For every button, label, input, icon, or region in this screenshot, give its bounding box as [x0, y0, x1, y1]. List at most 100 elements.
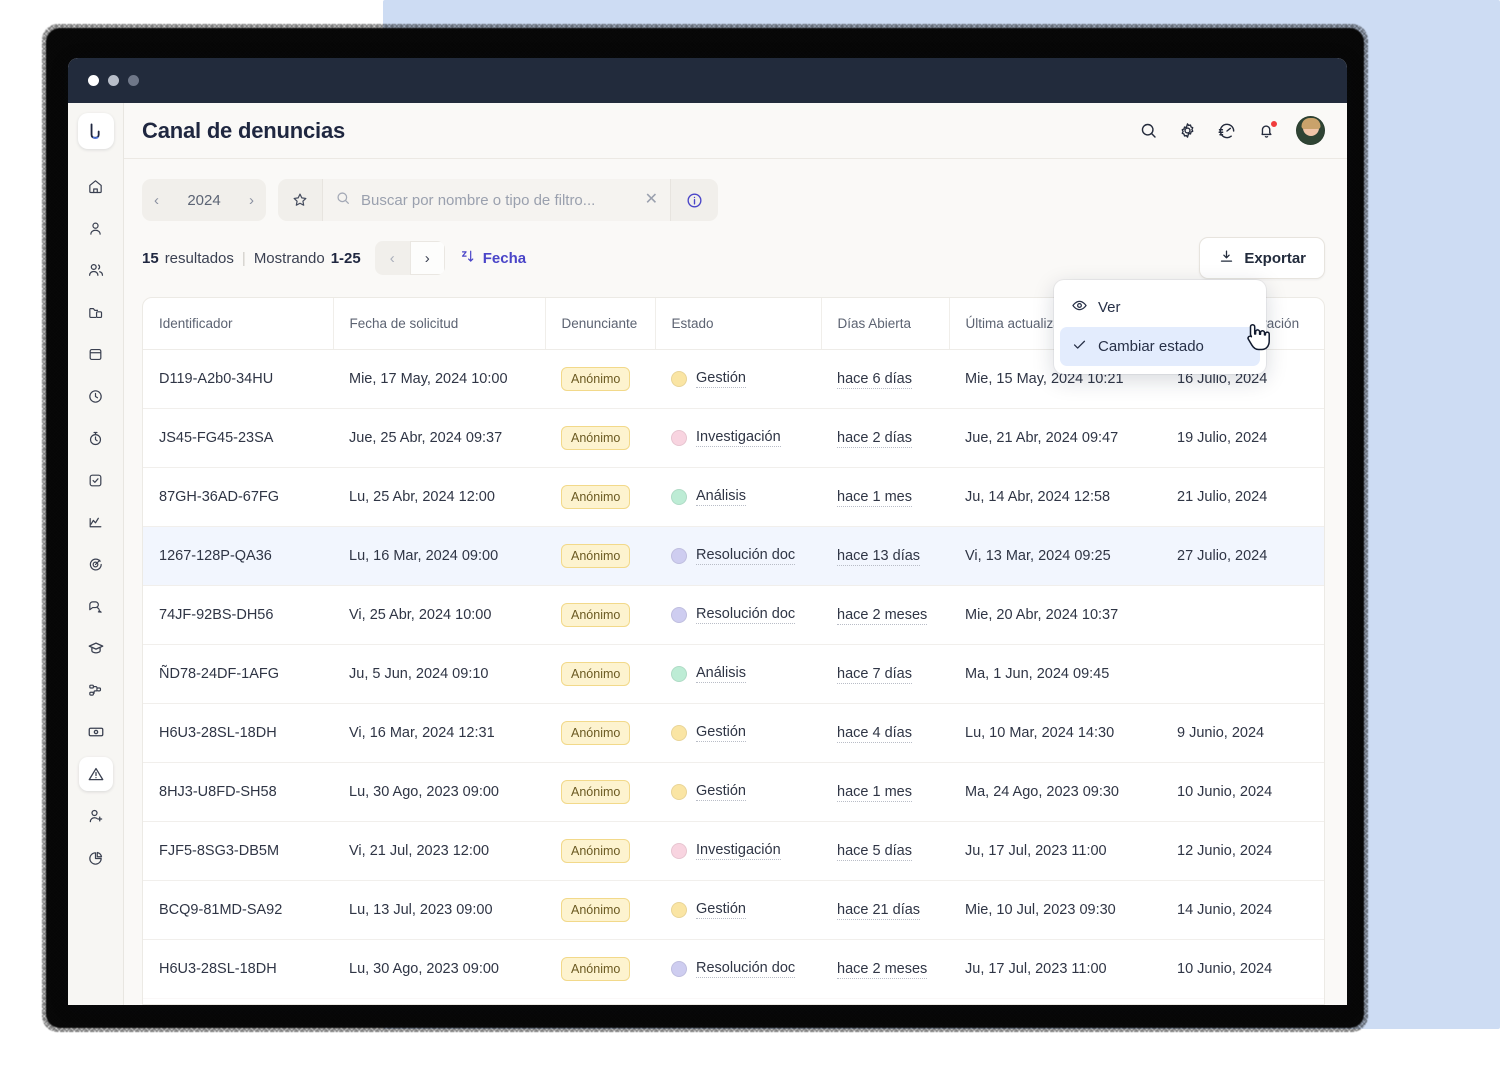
status-dot-icon [671, 725, 687, 741]
close-icon[interactable]: ✕ [645, 192, 658, 208]
notification-badge [1270, 120, 1278, 128]
table-row[interactable]: BCQ9-81MD-SA92Lu, 13 Jul, 2023 09:00Anón… [143, 881, 1325, 940]
speedometer-icon[interactable] [1217, 121, 1237, 141]
sidebar-item-archive[interactable] [79, 337, 113, 371]
fecha-expiracion-value: 10 Junio, 2024 [1177, 784, 1272, 800]
sidebar-item-profile[interactable] [79, 211, 113, 245]
sidebar-item-complaints[interactable] [79, 757, 113, 791]
dias-abierta-value: hace 13 días [837, 548, 920, 566]
status-badge[interactable]: Investigación [671, 842, 821, 860]
status-badge[interactable]: Análisis [671, 665, 821, 683]
table-row[interactable]: FJF5-8SG3-DB5MVi, 16 Mar, 2024 12:31Anón… [143, 999, 1325, 1006]
status-badge[interactable]: Gestión [671, 783, 821, 801]
cell-ultima-actualizacion: Ju, 17 Jul, 2023 11:00 [949, 940, 1161, 999]
star-icon[interactable] [278, 191, 322, 209]
fecha-solicitud-value: Lu, 25 Abr, 2024 12:00 [349, 489, 495, 505]
column-header-dias-abierta[interactable]: Días Abierta [821, 298, 949, 350]
sidebar-item-payroll[interactable] [79, 715, 113, 749]
cell-estado[interactable]: Investigación [655, 822, 821, 881]
status-badge[interactable]: Gestión [671, 370, 821, 388]
sidebar-item-reports[interactable] [79, 841, 113, 875]
sidebar-item-goals[interactable] [79, 547, 113, 581]
cell-estado[interactable]: Investigación [655, 409, 821, 468]
status-dot-icon [671, 961, 687, 977]
table-row[interactable]: ÑD78-24DF-1AFGJu, 5 Jun, 2024 09:10Anóni… [143, 645, 1325, 704]
alert-triangle-icon [87, 765, 105, 783]
sidebar-item-documents[interactable] [79, 295, 113, 329]
ultima-actualizacion-value: Ma, 1 Jun, 2024 09:45 [965, 666, 1109, 682]
context-menu-label: Cambiar estado [1098, 338, 1204, 355]
status-badge[interactable]: Resolución doc [671, 960, 821, 978]
fecha-expiracion-value: 10 Junio, 2024 [1177, 961, 1272, 977]
sidebar-item-timer[interactable] [79, 421, 113, 455]
cell-estado[interactable]: Resolución doc [655, 586, 821, 645]
table-row[interactable]: H6U3-28SL-18DHVi, 16 Mar, 2024 12:31Anón… [143, 704, 1325, 763]
cell-estado[interactable]: Gestión [655, 704, 821, 763]
status-badge[interactable]: Resolución doc [671, 606, 821, 624]
table-row[interactable]: JS45-FG45-23SAJue, 25 Abr, 2024 09:37Anó… [143, 409, 1325, 468]
sidebar-item-recruitment[interactable] [79, 799, 113, 833]
table-row[interactable]: 8HJ3-U8FD-SH58Lu, 30 Ago, 2023 09:00Anón… [143, 763, 1325, 822]
sidebar-item-time[interactable] [79, 379, 113, 413]
next-page-button[interactable]: › [410, 241, 445, 275]
fecha-expiracion-value: 12 Junio, 2024 [1177, 843, 1272, 859]
sort-button[interactable]: Fecha [459, 248, 526, 269]
cell-dias-abierta: hace 2 meses [821, 999, 949, 1006]
info-circle-icon[interactable] [670, 179, 718, 221]
prev-page-button[interactable]: ‹ [375, 241, 410, 275]
status-badge[interactable]: Análisis [671, 488, 821, 506]
search-field-wrapper[interactable]: Buscar por nombre o tipo de filtro... ✕ [322, 179, 670, 221]
bell-icon[interactable] [1257, 121, 1276, 140]
sidebar-item-training[interactable] [79, 631, 113, 665]
cell-estado[interactable]: Gestión [655, 881, 821, 940]
status-badge[interactable]: Investigación [671, 429, 821, 447]
brand-logo[interactable] [78, 113, 114, 149]
column-header-estado[interactable]: Estado [655, 298, 821, 350]
status-badge[interactable]: Gestión [671, 724, 821, 742]
column-header-identificador[interactable]: Identificador [143, 298, 333, 350]
cell-estado[interactable]: Gestión [655, 763, 821, 822]
minimize-window-button[interactable] [108, 75, 119, 86]
table-row[interactable]: 87GH-36AD-67FGLu, 25 Abr, 2024 12:00Anón… [143, 468, 1325, 527]
close-window-button[interactable] [88, 75, 99, 86]
context-menu-item-cambiar-estado[interactable]: Cambiar estado [1060, 327, 1260, 366]
table-row[interactable]: FJF5-8SG3-DB5MVi, 21 Jul, 2023 12:00Anón… [143, 822, 1325, 881]
cell-estado[interactable]: Análisis [655, 645, 821, 704]
status-badge[interactable]: Gestión [671, 901, 821, 919]
table-row[interactable]: 1267-128P-QA36Lu, 16 Mar, 2024 09:00Anón… [143, 527, 1325, 586]
cell-dias-abierta: hace 13 días [821, 527, 949, 586]
table-row[interactable]: 74JF-92BS-DH56Vi, 25 Abr, 2024 10:00Anón… [143, 586, 1325, 645]
status-dot-icon [671, 548, 687, 564]
window-titlebar [68, 58, 1347, 103]
year-selector[interactable]: ‹ 2024 › [142, 179, 266, 221]
column-header-fecha-solicitud[interactable]: Fecha de solicitud [333, 298, 545, 350]
cell-estado[interactable]: Gestión [655, 350, 821, 409]
status-badge[interactable]: Resolución doc [671, 547, 821, 565]
sidebar-item-analytics[interactable] [79, 505, 113, 539]
maximize-window-button[interactable] [128, 75, 139, 86]
search-input[interactable]: Buscar por nombre o tipo de filtro... [361, 192, 595, 209]
search-icon[interactable] [1139, 121, 1158, 140]
cell-ultima-actualizacion: Ma, 24 Ago, 2023 09:30 [949, 763, 1161, 822]
export-button[interactable]: Exportar [1199, 237, 1325, 279]
sidebar-item-workflows[interactable] [79, 673, 113, 707]
chevron-left-icon[interactable]: ‹ [154, 193, 159, 208]
cell-estado[interactable]: Investigación [655, 999, 821, 1006]
sidebar-item-tasks[interactable] [79, 463, 113, 497]
cell-estado[interactable]: Resolución doc [655, 940, 821, 999]
sidebar-item-messages[interactable] [79, 589, 113, 623]
gear-icon[interactable] [1178, 121, 1197, 140]
chevron-right-icon[interactable]: › [249, 193, 254, 208]
cell-estado[interactable]: Análisis [655, 468, 821, 527]
sidebar-item-team[interactable] [79, 253, 113, 287]
page-header: Canal de denuncias [124, 103, 1347, 159]
column-header-denunciante[interactable]: Denunciante [545, 298, 655, 350]
avatar[interactable] [1296, 116, 1325, 145]
status-label: Análisis [696, 665, 746, 683]
table-row[interactable]: H6U3-28SL-18DHLu, 30 Ago, 2023 09:00Anón… [143, 940, 1325, 999]
context-menu-item-ver[interactable]: Ver [1060, 288, 1260, 327]
sidebar-item-home[interactable] [79, 169, 113, 203]
cell-fecha-solicitud: Lu, 25 Abr, 2024 12:00 [333, 468, 545, 527]
cell-estado[interactable]: Resolución doc [655, 527, 821, 586]
sort-label: Fecha [483, 250, 526, 267]
